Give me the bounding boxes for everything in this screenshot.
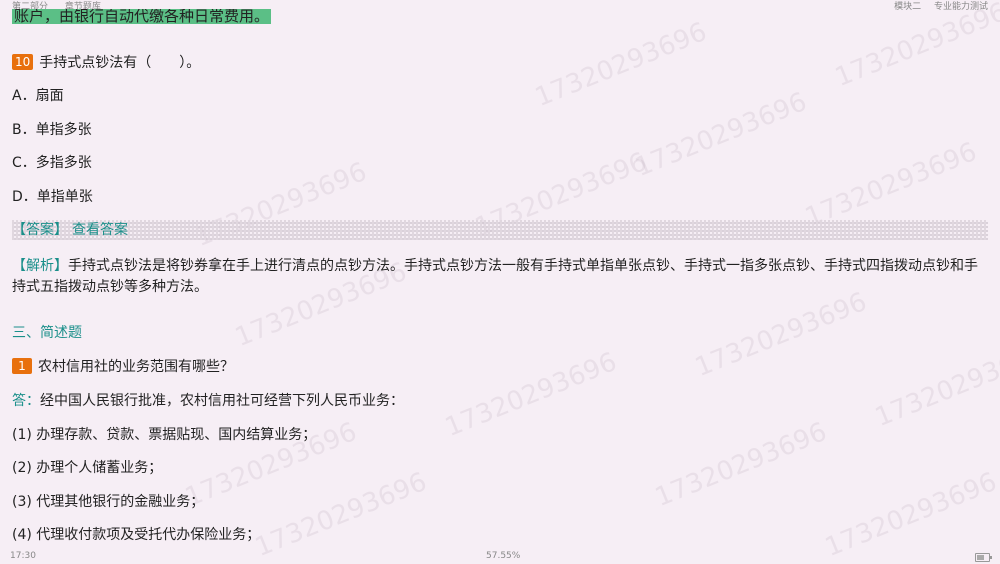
question-stem: 农村信用社的业务范围有哪些？ bbox=[38, 359, 234, 375]
question-number-badge: 10 bbox=[12, 54, 34, 70]
question-number-badge: 1 bbox=[12, 358, 32, 374]
question-10: 10 手持式点钞法有（ ）。 bbox=[12, 53, 200, 73]
watermark-text: 17320293696 bbox=[801, 137, 981, 233]
battery-icon bbox=[975, 553, 992, 562]
option-a: A．扇面 bbox=[12, 88, 64, 104]
watermark-text: 17320293696 bbox=[531, 17, 711, 113]
watermark-text: 17320293696 bbox=[651, 417, 831, 513]
answer-item-2: (2) 办理个人储蓄业务； bbox=[12, 460, 163, 476]
answer-prefix: 答： bbox=[12, 393, 40, 409]
answer-label: 【答案】 bbox=[12, 222, 68, 238]
subject-label: 专业能力测试 bbox=[933, 2, 988, 12]
view-answer-link[interactable]: 查看答案 bbox=[72, 222, 128, 238]
hidden-answer-mask[interactable] bbox=[12, 220, 988, 240]
answer-intro-row: 答：经中国人民银行批准，农村信用社可经营下列人民币业务： bbox=[12, 391, 404, 411]
analysis-paragraph: 【解析】手持式点钞法是将钞券拿在手上进行清点的点钞方法。手持式点钞方法一般有手持… bbox=[12, 256, 982, 298]
answer-intro: 经中国人民银行批准，农村信用社可经营下列人民币业务： bbox=[40, 393, 404, 409]
battery-fill bbox=[977, 555, 984, 560]
watermark-text: 17320293696 bbox=[691, 287, 871, 383]
bottom-bar: 17:30 57.55% bbox=[0, 549, 1000, 564]
option-c: C．多指多张 bbox=[12, 155, 92, 171]
answer-item-1: (1) 办理存款、贷款、票据贴现、国内结算业务； bbox=[12, 427, 317, 443]
module-label: 模块二 bbox=[894, 2, 922, 12]
watermark-text: 17320293696 bbox=[871, 337, 1000, 433]
question-1: 1 农村信用社的业务范围有哪些？ bbox=[12, 357, 234, 377]
answer-item-4: (4) 代理收付款项及受托代办保险业务； bbox=[12, 527, 261, 543]
reading-progress: 57.55% bbox=[486, 551, 521, 561]
highlighted-text[interactable]: 账户，由银行自动代缴各种日常费用。 bbox=[12, 9, 272, 24]
question-stem: 手持式点钞法有（ ）。 bbox=[39, 55, 201, 71]
answer-item-3: (3) 代理其他银行的金融业务； bbox=[12, 494, 205, 510]
answer-row: 【答案】 查看答案 bbox=[12, 220, 128, 240]
section-title: 三、简述题 bbox=[12, 325, 82, 341]
watermark-text: 17320293696 bbox=[441, 347, 621, 443]
option-d: D．单指单张 bbox=[12, 189, 93, 205]
analysis-text: 手持式点钞法是将钞券拿在手上进行清点的点钞方法。手持式点钞方法一般有手持式单指单… bbox=[12, 258, 978, 295]
clock: 17:30 bbox=[10, 551, 36, 561]
option-b: B．单指多张 bbox=[12, 122, 92, 138]
watermark-text: 17320293696 bbox=[631, 87, 811, 183]
analysis-label: 【解析】 bbox=[12, 258, 68, 274]
